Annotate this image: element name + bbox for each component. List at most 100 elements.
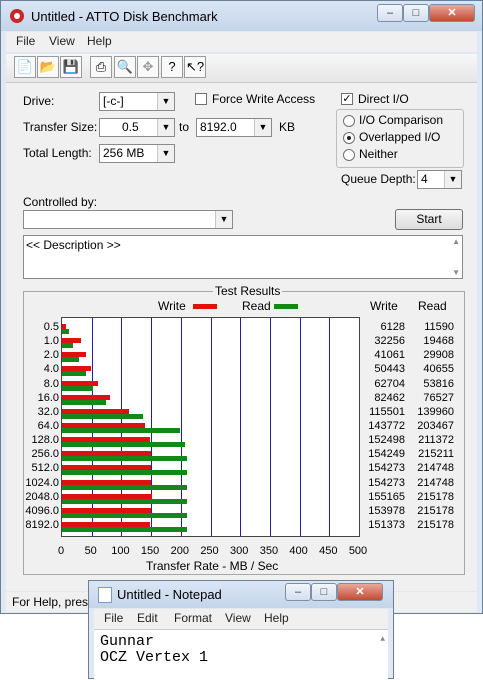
close-button[interactable]: ✕ [429,4,475,22]
open-icon[interactable]: 📂 [37,56,59,78]
overlapped-io-radio[interactable] [343,132,355,144]
np-menu-view[interactable]: View [225,611,251,625]
chevron-down-icon: ▼ [215,211,232,228]
notepad-title-bar[interactable]: Untitled - Notepad – □ ✕ [89,581,393,608]
chevron-down-icon: ▼ [157,93,174,110]
write-value-cell: 155165 [368,490,405,503]
total-length-value: 256 MB [103,146,145,160]
move-icon[interactable]: ✥ [137,56,159,78]
read-bar [62,371,86,377]
transfer-to-value: 8192.0 [200,120,237,134]
x-tick-label: 150 [140,545,160,557]
notepad-minimize-button[interactable]: – [285,583,311,601]
queue-depth-value: 4 [421,172,428,186]
transfer-size-from-select[interactable]: 0.5 ▼ [99,118,175,137]
chevron-down-icon: ▼ [157,145,174,162]
print-icon[interactable]: ⎙ [90,56,112,78]
io-comparison-label: I/O Comparison [359,113,444,127]
np-menu-file[interactable]: File [104,611,123,625]
atto-app-icon [9,8,25,24]
neither-radio[interactable] [343,149,355,161]
read-value-cell: 203467 [417,420,454,432]
drive-value: [-c-] [103,94,124,108]
help-icon[interactable]: ? [161,56,183,78]
context-help-icon[interactable]: ↖? [184,56,206,78]
legend-write-swatch [193,304,217,309]
x-tick-label: 350 [259,545,279,557]
menu-file[interactable]: File [16,34,35,48]
y-tick-label: 256.0 [31,448,59,461]
read-value-cell: 53816 [423,377,454,390]
read-value-cell: 11590 [424,321,454,334]
read-bar [62,343,74,349]
notepad-text-area[interactable]: Gunnar OCZ Vertex 1 ▲ [94,629,388,680]
notepad-close-button[interactable]: ✕ [337,583,383,601]
chevron-down-icon: ▼ [254,119,271,136]
scroll-up-icon[interactable]: ▲ [452,237,460,246]
transfer-size-to-select[interactable]: 8192.0 ▼ [196,118,272,137]
x-tick-label: 450 [319,545,338,557]
read-bar [62,385,94,391]
transfer-size-label: Transfer Size: [23,120,98,134]
write-value-cell: 115501 [369,405,405,418]
y-tick-label: 8.0 [43,377,59,390]
controlled-by-select[interactable]: ▼ [23,210,233,229]
start-button[interactable]: Start [395,209,463,230]
scroll-up-icon[interactable]: ▲ [380,632,385,648]
read-bar [62,498,187,504]
read-bar [62,357,80,363]
atto-title-bar[interactable]: Untitled - ATTO Disk Benchmark – □ ✕ [1,1,482,31]
read-value-cell: 214748 [417,462,454,475]
y-tick-label: 1024.0 [25,476,59,489]
status-text: For Help, press [12,595,95,609]
write-value-cell: 6128 [380,321,405,334]
x-tick-label: 400 [289,545,308,557]
write-value-cell: 32256 [374,335,405,348]
queue-depth-select[interactable]: 4 ▼ [417,170,462,189]
read-value-cell: 139960 [417,405,454,418]
y-tick-label: 32.0 [37,405,59,418]
np-menu-format[interactable]: Format [174,611,212,625]
np-menu-help[interactable]: Help [264,611,289,625]
read-bar [62,428,181,433]
notepad-window: Untitled - Notepad – □ ✕ File Edit Forma… [88,580,394,680]
read-value-cell: 40655 [423,363,454,376]
scroll-down-icon[interactable]: ▼ [452,268,460,277]
y-tick-label: 128.0 [31,434,59,447]
grid-line [299,318,301,536]
legend-read-label: Read [242,299,271,313]
drive-select[interactable]: [-c-] ▼ [99,92,175,111]
force-write-checkbox[interactable] [195,93,207,105]
transfer-from-value: 0.5 [122,120,139,134]
write-value-cell: 152498 [368,434,405,447]
legend-read-swatch [274,304,298,309]
write-value-cell: 154273 [368,462,405,475]
menu-view[interactable]: View [49,34,75,48]
minimize-button[interactable]: – [377,4,403,22]
direct-io-label: Direct I/O [358,92,409,106]
notepad-maximize-button[interactable]: □ [311,583,337,601]
save-icon[interactable]: 💾 [60,56,82,78]
read-value-cell: 215178 [417,490,454,503]
maximize-button[interactable]: □ [403,4,429,22]
drive-label: Drive: [23,94,55,108]
x-tick-label: 0 [57,545,65,557]
direct-io-checkbox[interactable]: ✓ [341,93,353,105]
notepad-line: OCZ Vertex 1 [100,649,209,666]
print-preview-icon[interactable]: 🔍 [114,56,136,78]
total-length-select[interactable]: 256 MB ▼ [99,144,175,163]
new-icon[interactable]: 📄 [14,56,36,78]
read-value-cell: 19468 [423,335,454,348]
controlled-by-label: Controlled by: [23,195,98,209]
write-value-cell: 154249 [368,448,405,461]
read-value-cell: 214748 [417,476,454,489]
notepad-app-icon [98,587,112,603]
io-comparison-radio[interactable] [343,115,355,127]
np-menu-edit[interactable]: Edit [137,611,158,625]
total-length-label: Total Length: [23,146,92,160]
menu-help[interactable]: Help [87,34,112,48]
description-box[interactable]: << Description >> ▲ ▼ [23,235,463,279]
x-tick-label: 300 [230,545,249,557]
write-value-cell: 143772 [368,420,405,432]
write-value-cell: 41061 [374,349,405,362]
